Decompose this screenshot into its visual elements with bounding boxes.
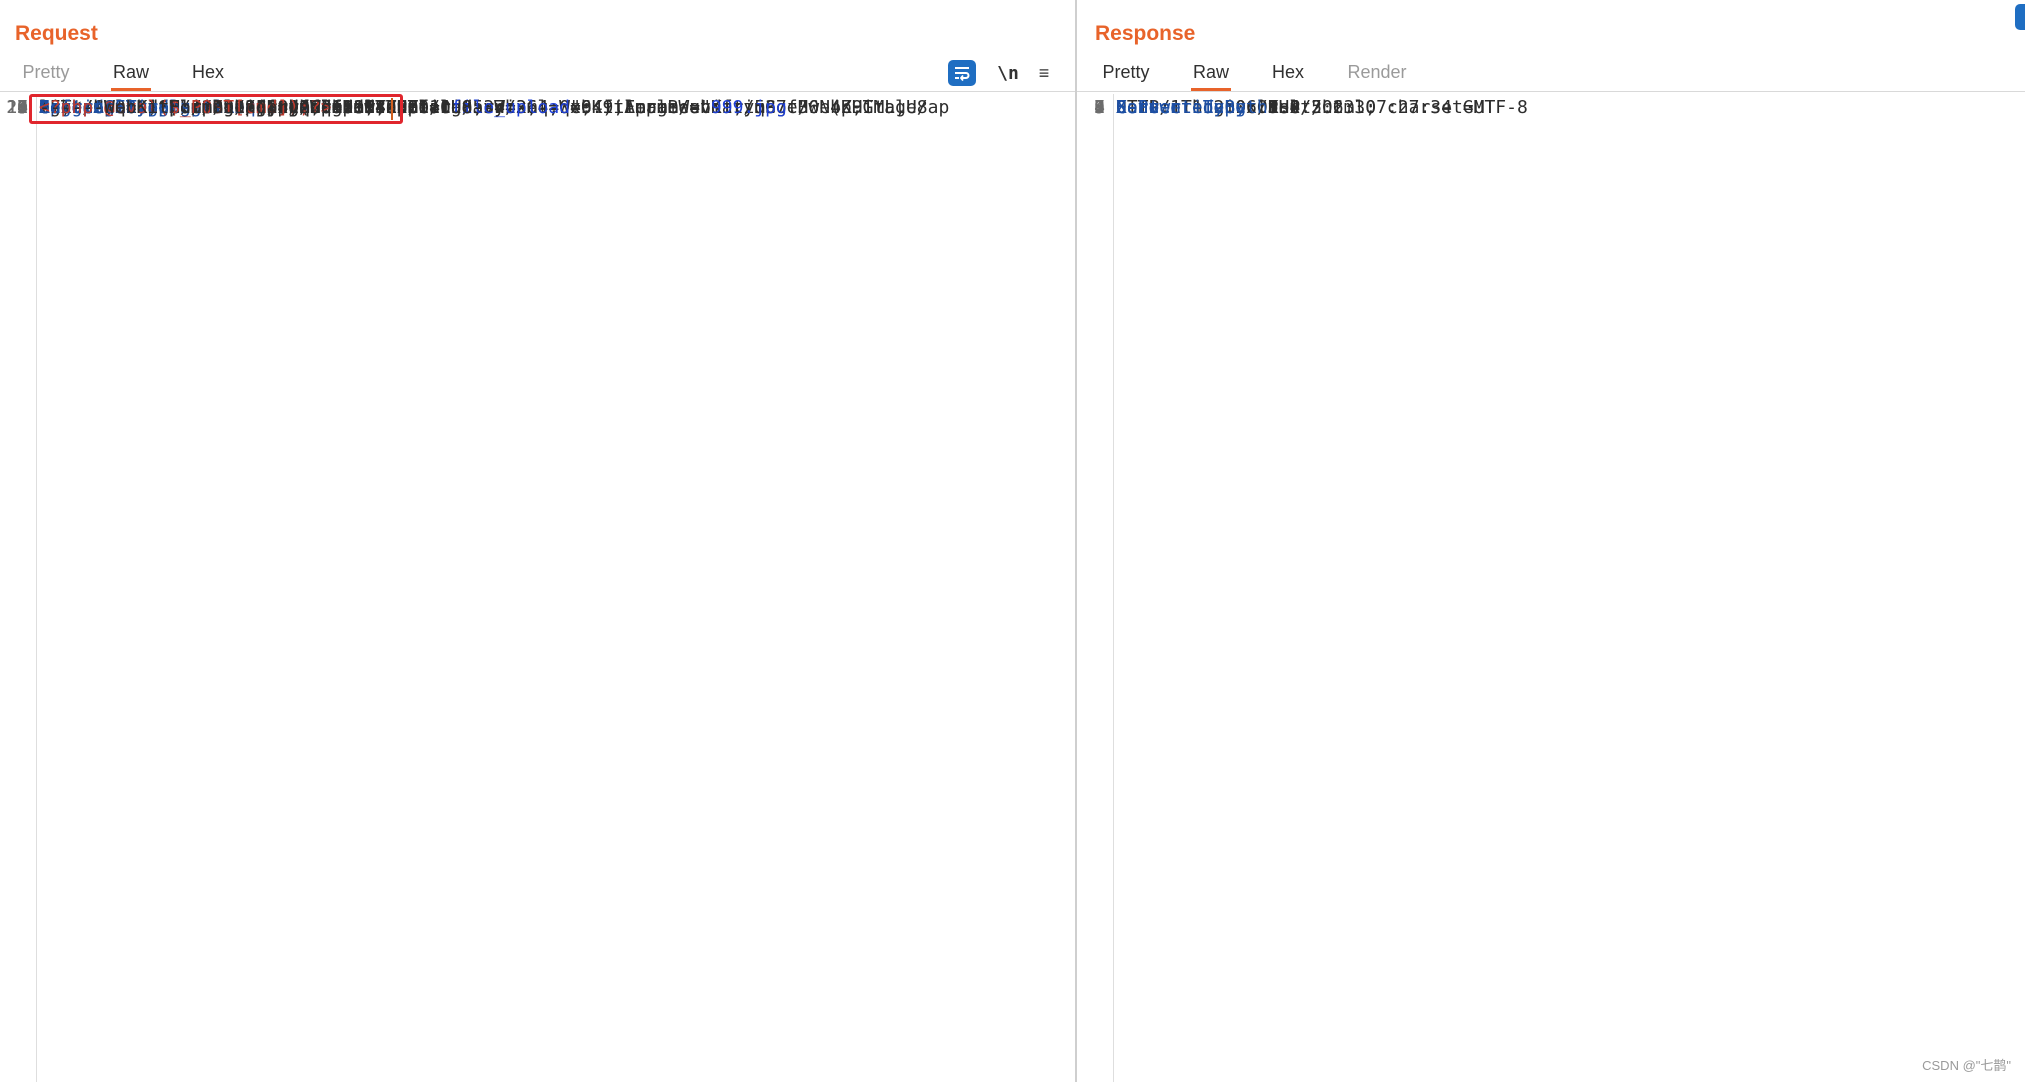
- response-pane: Response Pretty Raw Hex Render 1 HTTP/1.1…: [1077, 0, 2025, 1082]
- header-value: : 0: [1267, 97, 1301, 118]
- response-gutter: [1077, 94, 1114, 1082]
- line-number: 21: [6, 97, 28, 118]
- request-title: Request: [15, 22, 98, 45]
- tab-raw[interactable]: Raw: [1191, 62, 1231, 91]
- text-caret: [391, 98, 393, 120]
- layout-toggle-button[interactable]: [2015, 4, 2025, 30]
- line-number: 9: [1094, 97, 1105, 118]
- request-gutter: [0, 94, 37, 1082]
- request-tabbar: Pretty Raw Hex: [0, 58, 1075, 92]
- tab-pretty[interactable]: Pretty: [22, 62, 70, 91]
- header-name: Content-Length: [1116, 97, 1268, 118]
- header-value: "; filename=": [570, 97, 711, 118]
- tab-hex[interactable]: Hex: [191, 62, 225, 91]
- string-value: 999.jpg: [710, 97, 798, 118]
- tab-hex[interactable]: Hex: [1271, 62, 1305, 91]
- highlight-box: [29, 94, 403, 124]
- response-editor[interactable]: 1 HTTP/1.1 200 OK 2 Server: nginx/1.4.2 3 Dat…: [1077, 94, 2025, 1082]
- response-title: Response: [1095, 22, 1196, 45]
- menu-icon[interactable]: ≡: [1032, 60, 1056, 86]
- request-pane: Request Pretty Raw Hex \n ≡ 1 GET /upload…: [0, 0, 1075, 1082]
- watermark: CSDN @"七鹊": [1922, 1058, 2011, 1073]
- line-text: Content-Length: 0: [1116, 94, 1300, 121]
- request-editor[interactable]: 1 GET /uploadfiles/999.jpg .php HTTP/1.1 2…: [0, 94, 1075, 1082]
- tab-raw[interactable]: Raw: [111, 62, 151, 91]
- tab-pretty[interactable]: Pretty: [1102, 62, 1150, 91]
- tab-render[interactable]: Render: [1346, 62, 1408, 91]
- show-newlines-button[interactable]: \n: [994, 60, 1022, 86]
- response-tabbar: Pretty Raw Hex Render: [1077, 58, 2025, 92]
- word-wrap-button[interactable]: [948, 60, 976, 86]
- header-value: ": [797, 97, 809, 118]
- word-wrap-icon: [955, 67, 970, 81]
